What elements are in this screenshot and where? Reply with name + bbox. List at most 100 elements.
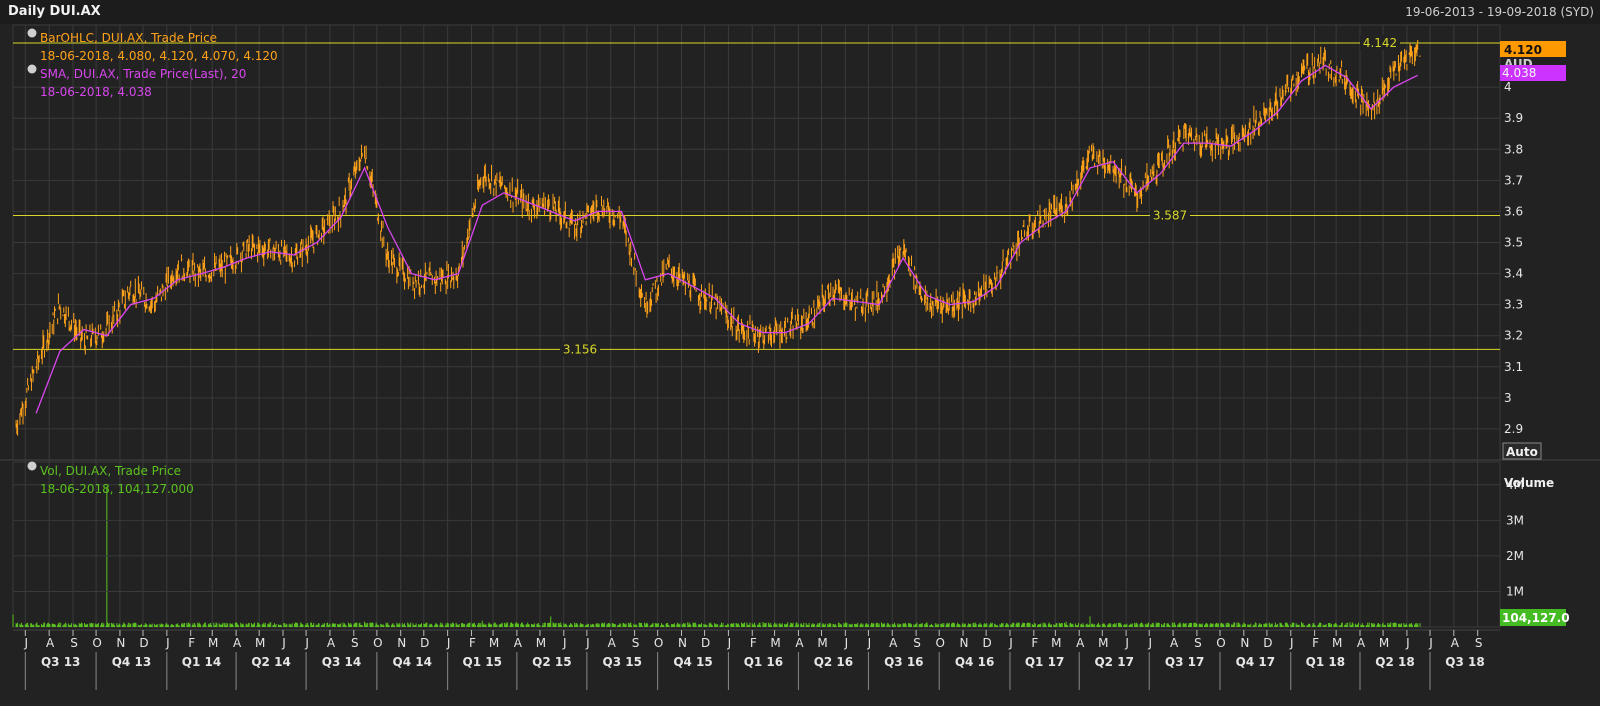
legend-collapse-icon[interactable] — [27, 64, 37, 74]
chart-window: Daily DUI.AX 19-06-2013 - 19-09-2018 (SY… — [0, 0, 1600, 706]
auto-scale-button-label: Auto — [1506, 445, 1538, 459]
month-label: O — [373, 636, 382, 650]
month-label: J — [1405, 636, 1410, 650]
quarter-label: Q1 17 — [1025, 655, 1064, 669]
month-label: O — [654, 636, 663, 650]
month-label: J — [844, 636, 849, 650]
month-label: D — [1263, 636, 1272, 650]
ohlc-legend-label: BarOHLC, DUI.AX, Trade Price — [40, 31, 217, 45]
volume-axis-title: Volume — [1504, 476, 1554, 490]
quarter-label: Q4 14 — [393, 655, 432, 669]
quarter-label: Q3 16 — [884, 655, 923, 669]
price-tick-label: 4 — [1504, 80, 1512, 94]
horizontal-line-label: 3.587 — [1153, 208, 1187, 222]
month-label: A — [1076, 636, 1085, 650]
price-tick-label: 3.3 — [1504, 298, 1523, 312]
month-label: A — [889, 636, 898, 650]
month-label: M — [536, 636, 546, 650]
month-label: O — [1216, 636, 1225, 650]
price-tick-label: 3.7 — [1504, 173, 1523, 187]
month-label: F — [1031, 636, 1038, 650]
month-label: J — [1124, 636, 1129, 650]
ohlc-legend-values: 18-06-2018, 4.080, 4.120, 4.070, 4.120 — [40, 49, 278, 63]
quarter-label: Q3 14 — [322, 655, 361, 669]
quarter-label: Q4 17 — [1236, 655, 1275, 669]
month-label: J — [562, 636, 567, 650]
month-label: J — [1147, 636, 1152, 650]
month-label: A — [1357, 636, 1366, 650]
last-volume-tag-text: 104,127.0 — [1502, 611, 1570, 625]
month-label: N — [678, 636, 687, 650]
volume-legend-values: 18-06-2018, 104,127.000 — [40, 482, 194, 496]
price-tick-label: 3 — [1504, 391, 1512, 405]
month-label: J — [727, 636, 732, 650]
month-label: A — [608, 636, 617, 650]
quarter-label: Q1 16 — [744, 655, 783, 669]
month-label: S — [70, 636, 78, 650]
month-label: M — [1332, 636, 1342, 650]
month-label: J — [304, 636, 309, 650]
legend-collapse-icon[interactable] — [27, 461, 37, 471]
month-label: J — [1008, 636, 1013, 650]
month-label: S — [913, 636, 921, 650]
month-label: S — [632, 636, 640, 650]
month-label: J — [165, 636, 170, 650]
price-tick-label: 3.5 — [1504, 236, 1523, 250]
month-label: J — [281, 636, 286, 650]
quarter-label: Q2 15 — [532, 655, 571, 669]
volume-tick-label: 1M — [1506, 584, 1524, 598]
price-tick-label: 2.9 — [1504, 422, 1523, 436]
month-label: M — [1379, 636, 1389, 650]
month-label: J — [446, 636, 451, 650]
month-label: N — [397, 636, 406, 650]
month-label: N — [960, 636, 969, 650]
month-label: A — [46, 636, 55, 650]
price-tick-label: 3.4 — [1504, 267, 1523, 281]
legend-collapse-icon[interactable] — [27, 28, 37, 38]
quarter-label: Q4 15 — [673, 655, 712, 669]
quarter-label: Q3 18 — [1445, 655, 1484, 669]
price-tick-label: 3.9 — [1504, 111, 1523, 125]
quarter-label: Q4 13 — [112, 655, 151, 669]
month-label: D — [420, 636, 429, 650]
month-label: J — [1289, 636, 1294, 650]
horizontal-line-label: 3.156 — [563, 342, 597, 356]
month-label: A — [327, 636, 336, 650]
month-label: M — [1051, 636, 1061, 650]
month-label: F — [1312, 636, 1319, 650]
quarter-label: Q2 16 — [814, 655, 853, 669]
month-label: D — [983, 636, 992, 650]
month-label: J — [585, 636, 590, 650]
month-label: N — [1240, 636, 1249, 650]
price-axis: 4 3.9 3.8 3.7 3.6 3.5 3.4 3.3 3.2 3.1 3 2.9 — [1504, 80, 1523, 436]
month-label: M — [489, 636, 499, 650]
month-label: M — [255, 636, 265, 650]
volume-tick-label: 3M — [1506, 513, 1524, 527]
month-label: J — [1428, 636, 1433, 650]
sma-tag-text: 4.038 — [1502, 66, 1536, 80]
month-label: M — [208, 636, 218, 650]
month-label: M — [817, 636, 827, 650]
month-label: D — [701, 636, 710, 650]
month-label: O — [935, 636, 944, 650]
quarter-label: Q3 15 — [603, 655, 642, 669]
price-tick-label: 3.8 — [1504, 142, 1523, 156]
month-label: F — [469, 636, 476, 650]
quarter-label: Q2 14 — [251, 655, 290, 669]
quarter-label: Q2 17 — [1094, 655, 1133, 669]
price-volume-chart[interactable]: 4.142 3.587 3.156 4 3.9 3.8 3.7 3.6 3.5 3.4 3.3 3.… — [0, 0, 1600, 706]
month-label: F — [750, 636, 757, 650]
horizontal-line-label: 4.142 — [1363, 36, 1397, 50]
month-label: F — [188, 636, 195, 650]
month-label: N — [116, 636, 125, 650]
month-label: S — [1475, 636, 1483, 650]
quarter-label: Q4 16 — [955, 655, 994, 669]
quarter-label: Q1 15 — [463, 655, 502, 669]
month-label: A — [233, 636, 242, 650]
month-label: M — [1098, 636, 1108, 650]
month-label: A — [795, 636, 804, 650]
quarter-label: Q2 18 — [1375, 655, 1414, 669]
month-label: M — [770, 636, 780, 650]
month-label: A — [1451, 636, 1460, 650]
month-label: J — [867, 636, 872, 650]
